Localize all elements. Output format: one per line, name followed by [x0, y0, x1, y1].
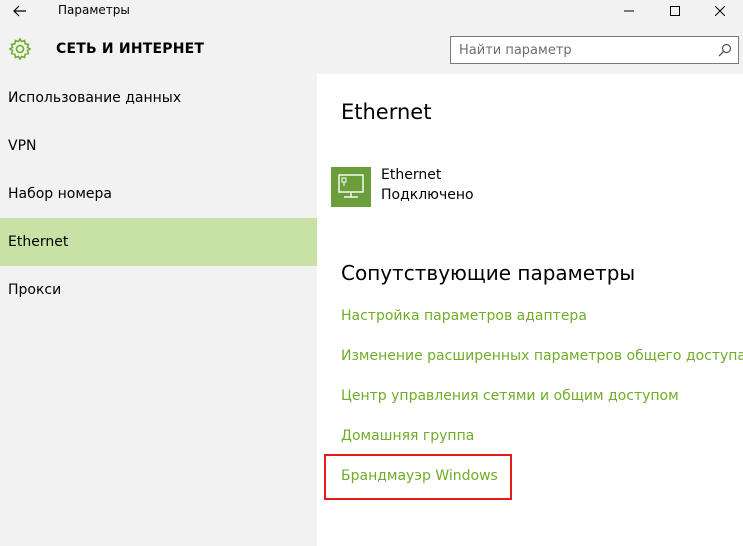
connection-status: Подключено — [381, 187, 474, 203]
sidebar-item-label: Использование данных — [8, 90, 182, 106]
related-settings-heading: Сопутствующие параметры — [341, 261, 636, 285]
back-arrow-icon — [13, 5, 26, 17]
ethernet-monitor-icon — [338, 174, 364, 198]
sidebar-item-label: Набор номера — [8, 186, 113, 202]
minimize-icon — [624, 10, 634, 12]
search-input[interactable] — [451, 37, 719, 63]
sidebar-item-dial-up[interactable]: Набор номера — [0, 170, 317, 218]
section-title: СЕТЬ И ИНТЕРНЕТ — [56, 41, 205, 57]
title-bar: Параметры — [0, 0, 743, 22]
close-button[interactable] — [697, 0, 743, 22]
highlight-box — [324, 454, 512, 500]
link-network-center[interactable]: Центр управления сетями и общим доступом — [341, 388, 679, 404]
sidebar: Использование данных VPN Набор номера Et… — [0, 74, 317, 546]
link-adapter-settings[interactable]: Настройка параметров адаптера — [341, 308, 587, 324]
window-title: Параметры — [58, 3, 130, 17]
sidebar-item-label: Ethernet — [8, 234, 69, 250]
maximize-icon — [670, 6, 680, 16]
sidebar-item-label: VPN — [8, 138, 37, 154]
back-button[interactable] — [8, 0, 32, 22]
page-title: Ethernet — [341, 100, 432, 124]
ethernet-connection-tile[interactable] — [331, 167, 371, 207]
sidebar-item-proxy[interactable]: Прокси — [0, 266, 317, 314]
page-header: СЕТЬ И ИНТЕРНЕТ — [0, 22, 743, 72]
connection-name[interactable]: Ethernet — [381, 167, 441, 183]
close-icon — [715, 6, 725, 16]
link-advanced-sharing[interactable]: Изменение расширенных параметров общего … — [341, 348, 743, 364]
sidebar-item-ethernet[interactable]: Ethernet — [0, 218, 317, 266]
link-homegroup[interactable]: Домашняя группа — [341, 428, 474, 444]
search-box[interactable] — [450, 36, 739, 64]
search-icon[interactable] — [718, 43, 732, 57]
main-content: Ethernet Ethernet Подключено Сопутствующ… — [317, 74, 743, 546]
minimize-button[interactable] — [606, 0, 652, 22]
gear-icon — [8, 37, 32, 61]
sidebar-item-vpn[interactable]: VPN — [0, 122, 317, 170]
sidebar-item-data-usage[interactable]: Использование данных — [0, 74, 317, 122]
sidebar-item-label: Прокси — [8, 282, 62, 298]
maximize-button[interactable] — [652, 0, 698, 22]
